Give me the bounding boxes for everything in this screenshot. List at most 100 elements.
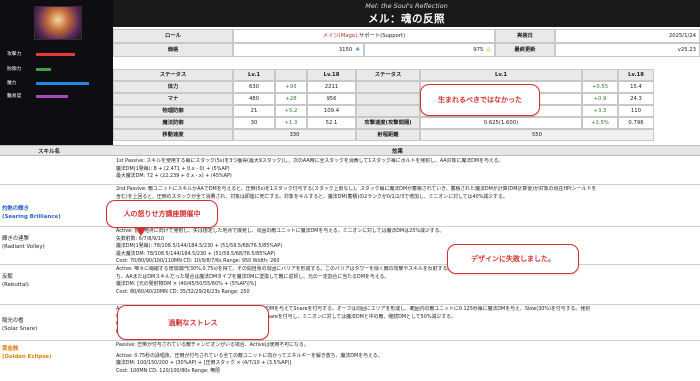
- skill-name-en: (Radiant Volley): [2, 243, 45, 250]
- skill-separator: [0, 264, 700, 265]
- skill-description: Passive: 圧倒が付与されている敵チャンピオンがいる場合、Activeは使…: [113, 342, 700, 375]
- skill-separator: [0, 184, 700, 185]
- callout-3: デザインに失敗しました。: [447, 244, 579, 274]
- stats-header-cell: [582, 69, 618, 81]
- skill-line: 魔法DM(1発毎): 78/108.5/144/184.5/230 + (51/…: [116, 243, 283, 250]
- stat-lv18: 110: [618, 105, 654, 117]
- stat-growth: +1.3: [275, 117, 307, 129]
- skills-header-effect: 効果: [392, 148, 404, 155]
- price-rp-value: 975: [473, 46, 484, 53]
- skill-separator: [0, 304, 700, 305]
- skill-line: 最大魔法DM: 78/108.5/144/184.5/230 + (51/59.…: [116, 250, 276, 257]
- stat-growth: +93: [275, 81, 307, 93]
- skill-name: 反駁 (Rebuttal): [2, 274, 29, 289]
- stat-growth: +3.3: [582, 105, 618, 117]
- stat-lv1: 21: [233, 105, 275, 117]
- callout-4: 過剰なストレス: [117, 305, 269, 340]
- stat-name: [356, 105, 420, 117]
- skill-line: Cost: 100MN CD: 120/100/80s Range: 無限: [116, 367, 220, 374]
- stat-name: [356, 81, 420, 93]
- stat-name: 攻撃速度(攻撃間隔): [356, 117, 420, 129]
- role-primary[interactable]: メイジ(Mage): [323, 33, 357, 39]
- update-value: v25.23: [555, 43, 700, 57]
- stat-name: マナ: [113, 93, 233, 105]
- price-label: 価格: [113, 43, 233, 57]
- role-label: ロール: [113, 29, 233, 43]
- stat-growth: +5.2: [275, 105, 307, 117]
- skill-name-jp: 陽光の檻: [2, 318, 24, 324]
- stat-value: 330: [233, 129, 356, 141]
- stat-bar-label: 魔力: [7, 81, 17, 86]
- stat-lv18: 15.4: [618, 81, 654, 93]
- skill-name-en: (Solar Snare): [2, 325, 38, 332]
- champion-title: メル：魂の反照: [368, 13, 445, 25]
- champion-portrait: 攻撃力 防御力 魔力 難易度: [0, 0, 113, 154]
- stat-lv18: 956: [307, 93, 356, 105]
- stat-lv18: 52.1: [307, 117, 356, 129]
- stats-header-cell: Lv.1: [420, 69, 582, 81]
- stats-header-cell: Lv.18: [307, 69, 356, 81]
- champion-subtitle: Mel: the Soul's Reflection: [365, 2, 448, 10]
- skill-line: Active: 唯々に縮縮する増加関門(30%,0.75s)を得て、その間自身の…: [116, 266, 536, 272]
- stat-lv18: 109.4: [307, 105, 356, 117]
- stat-name: 移動速度: [113, 129, 233, 141]
- stats-header-cell: Lv.18: [618, 69, 654, 81]
- price-rp: 975 ◎: [364, 43, 495, 57]
- stat-bar-fill: [36, 82, 89, 85]
- stat-bar-fill: [36, 68, 52, 71]
- champion-art: [34, 6, 82, 40]
- skill-line: Passive: 圧倒が付与されている敵チャンピオンがいる場合、Activeは使…: [116, 342, 309, 348]
- skill-name: 灼熱の輝き (Searing Brilliance): [2, 206, 61, 221]
- callout-2: 人の怒りせ方講座開催中: [106, 200, 218, 228]
- stat-lv18: 2211: [307, 81, 356, 93]
- price-be: 3150 ❖: [233, 43, 364, 57]
- rp-icon: ◎: [486, 46, 491, 53]
- skill-line: 魔法DM: [元の発射物DM × (40/45/50/55/60% + (5%A…: [116, 281, 257, 288]
- stat-bar-label: 難易度: [7, 94, 22, 99]
- be-icon: ❖: [355, 46, 360, 53]
- skill-name-en: (Searing Brilliance): [2, 213, 61, 220]
- skill-line: Active: 指定地点に向けて発射し、失は指定した地点で爆発し、周囲の敵ユニッ…: [116, 228, 445, 234]
- price-be-value: 3150: [338, 46, 353, 53]
- champion-page: 攻撃力 防御力 魔力 難易度 Mel: the Soul's Reflection メ…: [0, 0, 700, 381]
- skill-description: Active: 指定地点に向けて発射し、失は指定した地点で爆発し、周囲の敵ユニッ…: [113, 228, 700, 266]
- role-value: メイジ(Mage), サポート(Support): [233, 29, 495, 43]
- stat-growth: +2.5%: [582, 117, 618, 129]
- stat-bar-label: 攻撃力: [7, 52, 22, 57]
- skill-name: 黄金蝕 (Golden Eclipse): [2, 346, 51, 361]
- release-label: 実装日: [495, 29, 555, 43]
- stat-name: 魔法防御: [113, 117, 233, 129]
- skill-name-jp: 黄金蝕: [2, 346, 19, 352]
- stats-header-cell: ステータス: [113, 69, 233, 81]
- stats-header-cell: Lv.1: [233, 69, 275, 81]
- stat-name: 射程距離: [356, 129, 420, 141]
- stats-header-cell: [275, 69, 307, 81]
- skill-name-en: (Rebuttal): [2, 281, 29, 288]
- skill-line: Cost: 80/60/40/20MN CD: 35/32/29/26/23s …: [116, 288, 250, 295]
- stat-lv1: 480: [233, 93, 275, 105]
- stat-growth: +28: [275, 93, 307, 105]
- skill-name-en: (Golden Eclipse): [2, 353, 52, 360]
- skill-description: Active: 唯々に縮縮する増加関門(30%,0.75s)を得て、その間自身の…: [113, 266, 700, 296]
- stat-growth: +0.9: [582, 93, 618, 105]
- stat-bar-fill: [36, 95, 68, 98]
- stat-growth: +0.55: [582, 81, 618, 93]
- role-secondary[interactable]: サポート(Support): [359, 33, 405, 39]
- stat-value: 550: [420, 129, 654, 141]
- skill-description: 1st Passive: スキルを使用する毎にスタック(5s)を3つ獲得(最大9…: [113, 158, 700, 181]
- update-label: 最終更新: [495, 43, 555, 57]
- callout-2-tail: [136, 228, 146, 236]
- skill-line: 2nd Passive: 敵ユニットにスキルかAAでDMを与えると、圧倒(5s)…: [116, 186, 597, 192]
- stat-name: [356, 93, 420, 105]
- skill-line: 魔法DM: 100/150/200 + (30%AP) + [圧倒スタック × …: [116, 360, 292, 367]
- skill-name-jp: 反駁: [2, 274, 13, 280]
- skill-name-jp: 輝きの連撃: [2, 236, 29, 242]
- skill-separator: [0, 226, 700, 227]
- skills-header-name: スキル名: [38, 148, 61, 155]
- stat-bar-fill: [36, 53, 75, 56]
- stat-lv18: 0.796: [618, 117, 654, 129]
- skill-line: 最大魔法DM: 72 + (22.239 + 0.x - x) + (45%AP…: [116, 173, 232, 180]
- stat-lv1: 630: [233, 81, 275, 93]
- skill-name: 輝きの連撃 (Radiant Volley): [2, 236, 45, 251]
- stat-lv1: 30: [233, 117, 275, 129]
